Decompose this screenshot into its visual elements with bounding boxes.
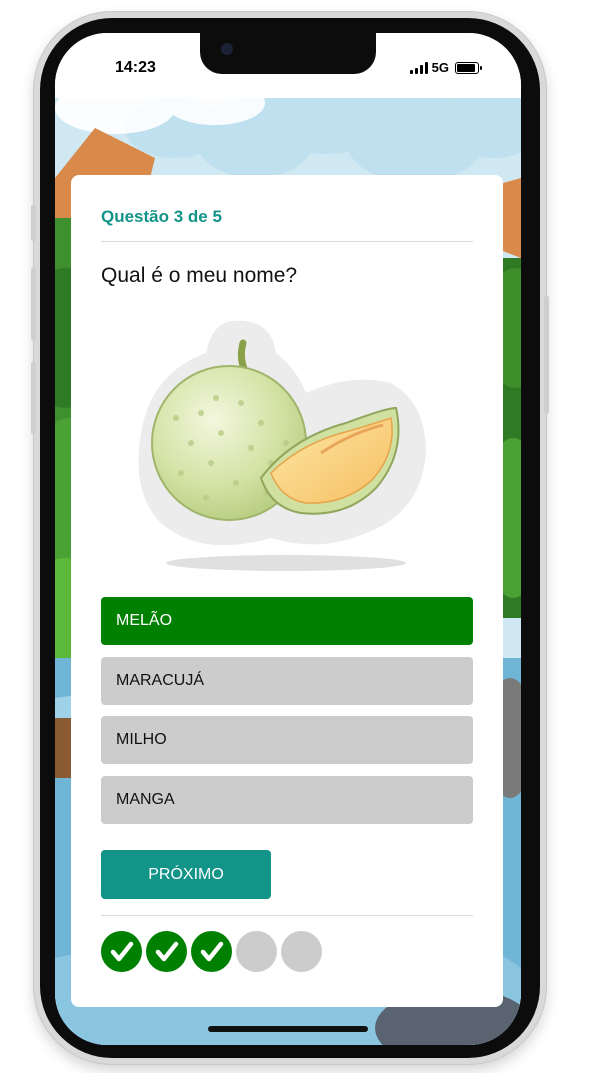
status-time: 14:23 [115,59,156,76]
progress-dot-4 [236,931,277,972]
check-icon [200,941,223,961]
power-button [544,296,549,414]
notch [200,33,376,74]
option-maracuja[interactable]: MARACUJÁ [101,657,473,705]
volume-down-button [31,362,36,434]
header-divider [101,241,473,242]
footer-divider [101,915,473,916]
mute-switch [31,205,36,241]
option-milho[interactable]: MILHO [101,716,473,764]
network-label: 5G [431,60,449,75]
progress-dot-3 [191,931,232,972]
progress-dot-1 [101,931,142,972]
check-icon [110,941,133,961]
option-melao[interactable]: MELÃO [101,597,473,645]
signal-icon [409,61,428,74]
question-counter: Questão 3 de 5 [101,207,222,226]
progress-indicator [101,931,322,972]
status-indicators: 5G [409,60,482,75]
progress-dot-2 [146,931,187,972]
front-camera [221,43,233,55]
check-icon [155,941,178,961]
volume-up-button [31,268,36,340]
question-text: Qual é o meu nome? [101,264,298,287]
progress-dot-5 [281,931,322,972]
home-indicator[interactable] [208,1026,368,1032]
option-manga[interactable]: MANGA [101,776,473,824]
next-button[interactable]: PRÓXIMO [101,850,271,899]
quiz-card: Questão 3 de 5 Qual é o meu nome? MELÃO … [71,175,503,1007]
melon-image [121,313,451,573]
phone-screen: 14:23 5G Questão 3 de 5 Qual é o meu nom… [55,33,521,1045]
battery-icon [455,61,482,74]
